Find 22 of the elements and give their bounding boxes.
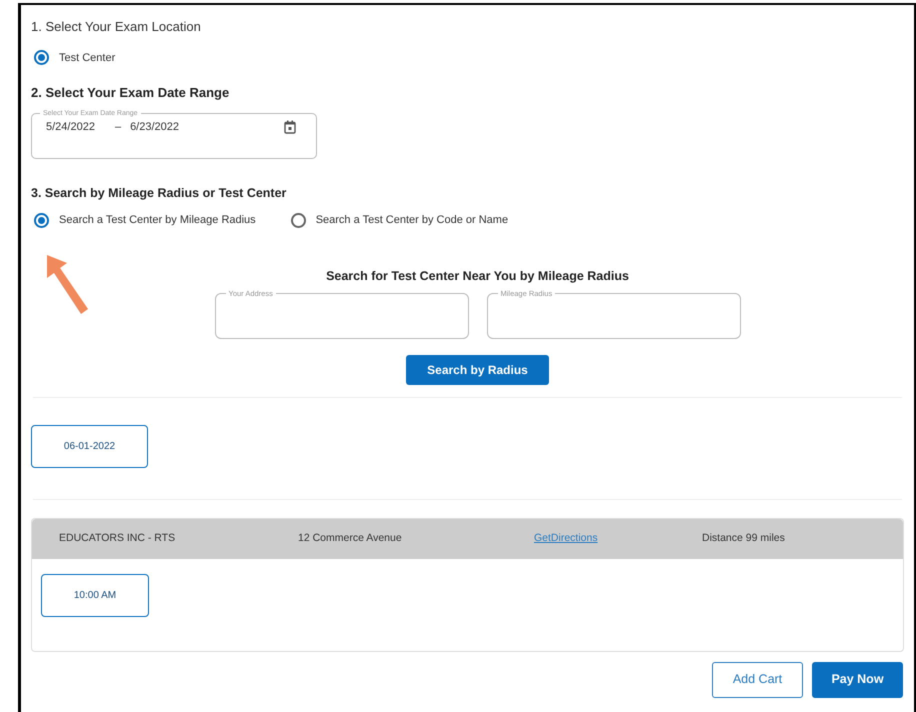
radio-button[interactable] [34,50,49,66]
search-by-radius-button[interactable]: Search by Radius [406,354,549,384]
start-date: 5/24/2022 [46,120,95,135]
center-address: 12 Commerce Avenue [298,530,403,546]
radio-option[interactable]: Search a Test Center by Mileage Radius [34,212,256,229]
date-separator: – [114,120,122,135]
section-heading: 3. Search by Mileage Radius or Test Center [31,184,288,202]
time-slot-button[interactable]: 10:00 AM [41,574,149,616]
date-button[interactable]: 06-01-2022 [31,424,148,468]
calendar-icon[interactable] [284,120,296,134]
section-heading: 1. Select Your Exam Location [31,18,202,36]
radio-option[interactable]: Search a Test Center by Code or Name [290,212,508,229]
end-date: 6/23/2022 [130,120,179,135]
section-heading: Search for Test Center Near You by Mileage Radius [325,268,630,285]
pay-button[interactable]: Pay Now [812,662,903,698]
radio-button[interactable] [290,213,306,228]
center-distance: Distance 99 miles [702,530,785,546]
section-heading: 2. Select Your Exam Date Range [31,84,230,102]
radio-button[interactable] [34,213,49,228]
add-to-cart-button[interactable]: Add Cart [712,662,803,698]
radio-option[interactable]: Test Center [34,50,116,66]
center-name: EDUCATORS INC - RTS [59,530,176,546]
